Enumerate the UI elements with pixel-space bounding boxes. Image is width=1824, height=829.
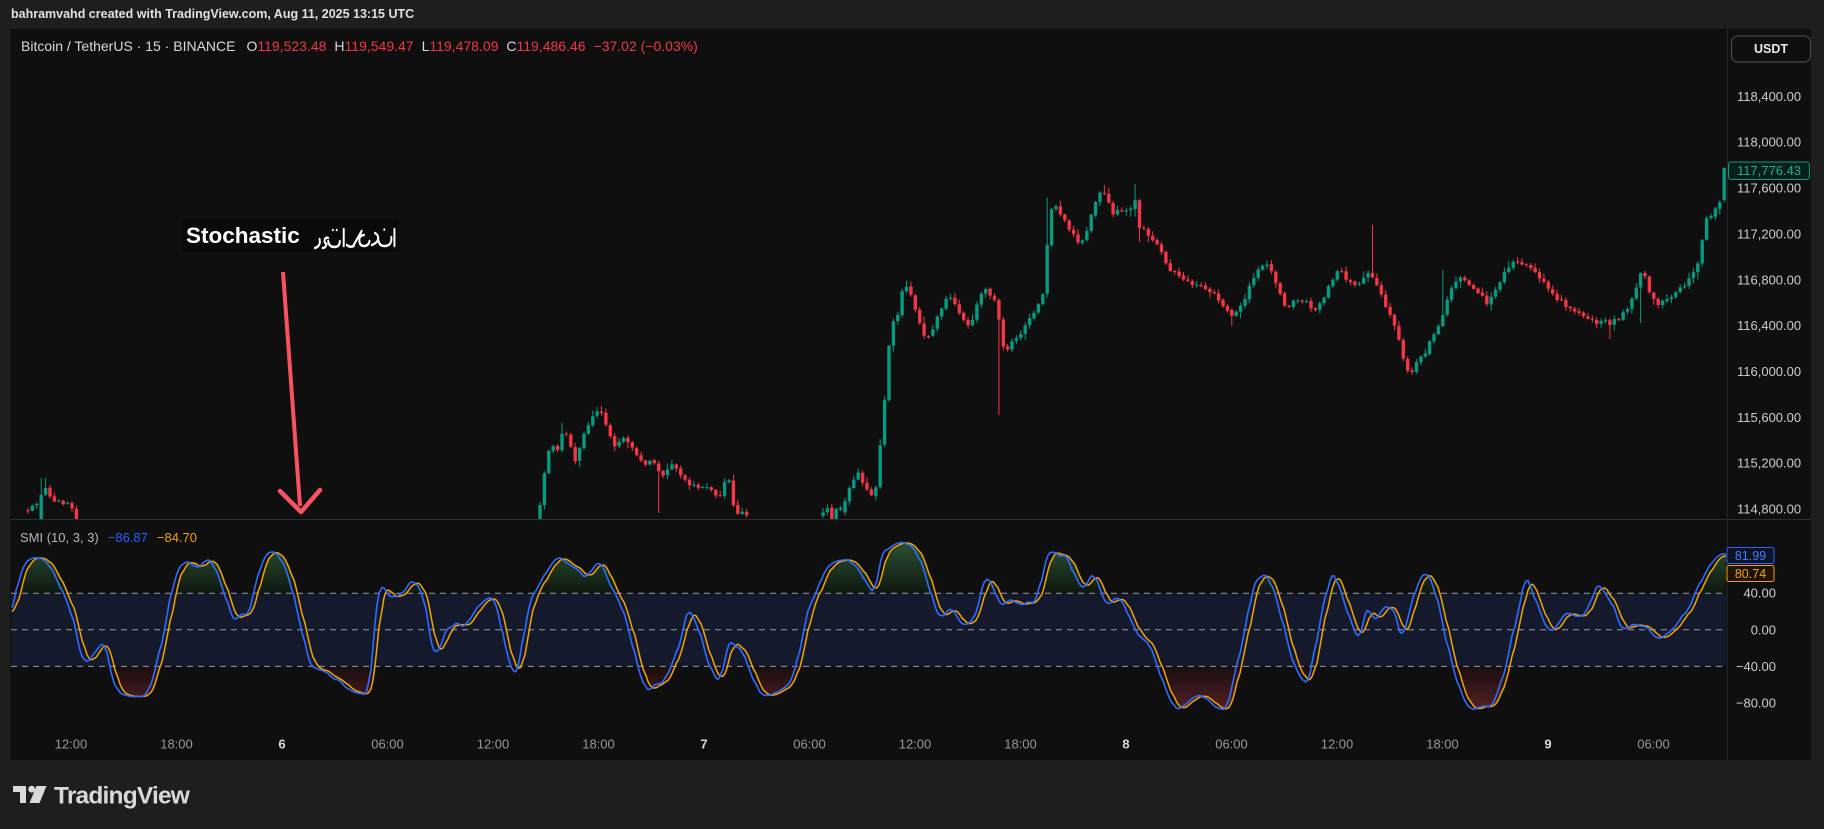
svg-text:18:00: 18:00 bbox=[1426, 737, 1459, 752]
svg-text:Stochastic: Stochastic bbox=[186, 223, 300, 248]
svg-text:12:00: 12:00 bbox=[55, 737, 88, 752]
svg-text:6: 6 bbox=[278, 737, 285, 752]
svg-text:0.00: 0.00 bbox=[1751, 622, 1776, 637]
svg-text:TradingView: TradingView bbox=[54, 783, 191, 810]
svg-text:USDT: USDT bbox=[1754, 42, 1788, 56]
svg-text:8: 8 bbox=[1122, 737, 1129, 752]
svg-text:80.74: 80.74 bbox=[1735, 567, 1766, 581]
svg-text:118,000.00: 118,000.00 bbox=[1737, 135, 1801, 150]
svg-text:06:00: 06:00 bbox=[1215, 737, 1248, 752]
svg-text:SMI (10, 3, 3)−86.87−84.70: SMI (10, 3, 3)−86.87−84.70 bbox=[20, 530, 197, 545]
svg-text:118,400.00: 118,400.00 bbox=[1737, 89, 1801, 104]
svg-text:18:00: 18:00 bbox=[160, 737, 193, 752]
svg-text:7: 7 bbox=[700, 737, 707, 752]
svg-text:−80.00: −80.00 bbox=[1736, 696, 1776, 711]
svg-text:117,776.43: 117,776.43 bbox=[1737, 163, 1801, 178]
svg-text:06:00: 06:00 bbox=[1637, 737, 1670, 752]
svg-text:117,600.00: 117,600.00 bbox=[1737, 181, 1801, 196]
svg-text:40.00: 40.00 bbox=[1743, 586, 1776, 601]
svg-text:116,400.00: 116,400.00 bbox=[1737, 318, 1801, 333]
svg-text:116,000.00: 116,000.00 bbox=[1737, 364, 1801, 379]
svg-text:115,600.00: 115,600.00 bbox=[1737, 410, 1801, 425]
svg-text:06:00: 06:00 bbox=[371, 737, 404, 752]
svg-text:81.99: 81.99 bbox=[1735, 549, 1766, 563]
svg-text:−40.00: −40.00 bbox=[1736, 659, 1776, 674]
svg-text:12:00: 12:00 bbox=[477, 737, 510, 752]
svg-text:117,200.00: 117,200.00 bbox=[1737, 226, 1801, 241]
svg-text:06:00: 06:00 bbox=[793, 737, 826, 752]
svg-text:114,800.00: 114,800.00 bbox=[1737, 502, 1801, 517]
svg-text:18:00: 18:00 bbox=[582, 737, 615, 752]
svg-text:116,800.00: 116,800.00 bbox=[1737, 272, 1801, 287]
svg-text:12:00: 12:00 bbox=[899, 737, 932, 752]
svg-text:Bitcoin / TetherUS · 15 · BINA: Bitcoin / TetherUS · 15 · BINANCEO119,52… bbox=[21, 38, 698, 54]
svg-text:18:00: 18:00 bbox=[1004, 737, 1037, 752]
svg-text:9: 9 bbox=[1544, 737, 1551, 752]
svg-text:12:00: 12:00 bbox=[1321, 737, 1354, 752]
svg-text:115,200.00: 115,200.00 bbox=[1737, 456, 1801, 471]
